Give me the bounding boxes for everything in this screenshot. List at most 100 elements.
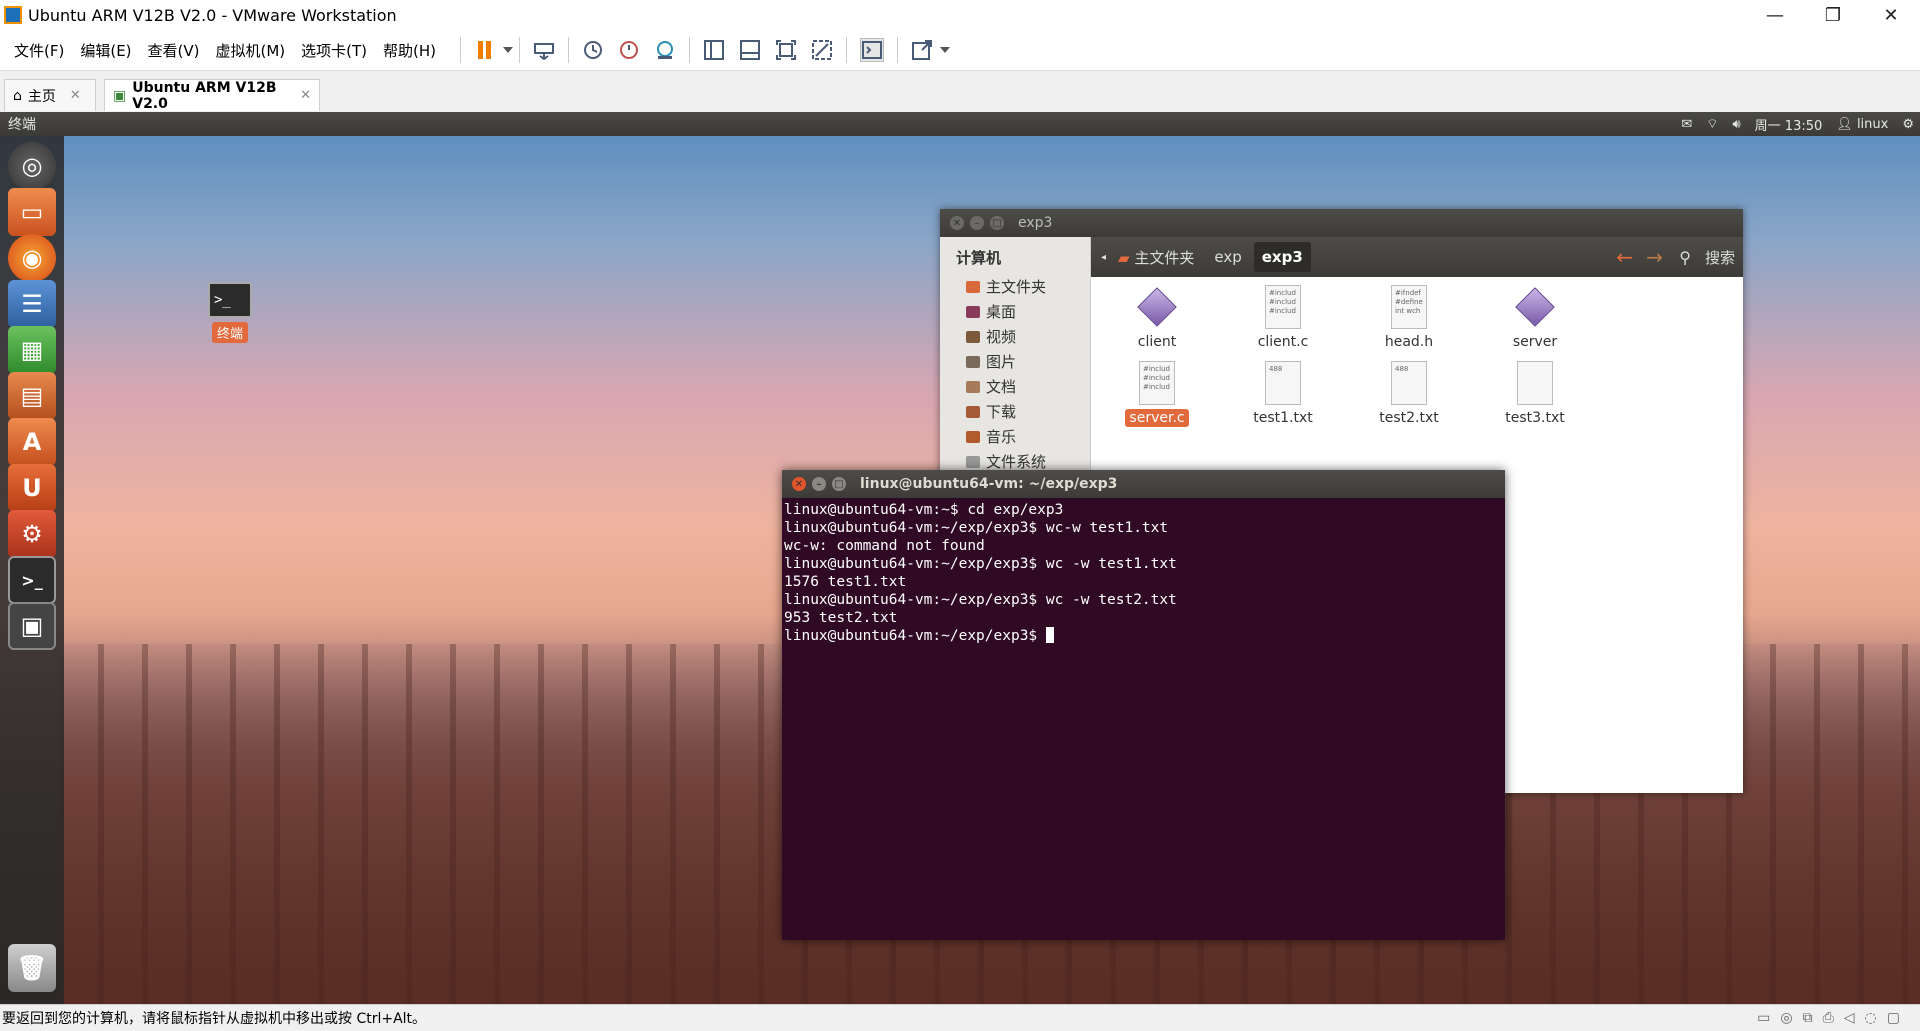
file-item-client[interactable]: client xyxy=(1097,285,1217,351)
menu-help[interactable]: 帮助(H) xyxy=(383,40,436,61)
user-icon: 👤︎ xyxy=(1836,116,1853,132)
sidebar-item-music[interactable]: 音乐 xyxy=(940,424,1090,449)
tab-close-icon[interactable]: ✕ xyxy=(300,88,311,103)
downloads-folder-icon xyxy=(966,405,980,418)
trash-icon[interactable]: 🗑︎ xyxy=(8,944,56,992)
tab-close-icon[interactable]: ✕ xyxy=(70,88,81,103)
toolbar-separator xyxy=(846,37,848,63)
sidebar-item-pictures[interactable]: 图片 xyxy=(940,349,1090,374)
cd-rom-icon[interactable]: ◎ xyxy=(1780,1010,1792,1026)
wifi-icon[interactable]: ⌔ xyxy=(1706,116,1718,132)
console-view-icon[interactable] xyxy=(860,38,885,62)
mail-icon[interactable]: ✉ xyxy=(1681,117,1692,132)
terminal-icon[interactable]: >_ xyxy=(8,556,56,604)
revert-snapshot-icon[interactable] xyxy=(618,39,640,61)
message-log-icon[interactable]: ▢ xyxy=(1887,1010,1900,1026)
file-item-server-c[interactable]: #includ #includ #includ server.c xyxy=(1097,361,1217,427)
text-file-icon xyxy=(1517,361,1553,405)
close-button[interactable]: ✕ xyxy=(1862,0,1920,30)
files-icon[interactable]: ▭ xyxy=(8,188,56,236)
search-label[interactable]: 搜索 xyxy=(1705,247,1735,268)
firefox-icon[interactable]: ◉ xyxy=(8,234,56,282)
menu-file[interactable]: 文件(F) xyxy=(14,40,64,61)
impress-icon[interactable]: ▤ xyxy=(8,372,56,420)
unity-mode-icon[interactable] xyxy=(811,39,833,61)
window-minimize-button[interactable]: – xyxy=(970,216,984,230)
vm-icon: ▣ xyxy=(113,87,127,104)
dropdown-arrow-icon[interactable] xyxy=(503,39,514,61)
forward-arrow-icon[interactable]: → xyxy=(1646,245,1663,269)
tab-home[interactable]: ⌂ 主页 ✕ xyxy=(4,79,96,111)
file-item-test2-txt[interactable]: 488 test2.txt xyxy=(1349,361,1469,427)
sidebar-item-documents[interactable]: 文档 xyxy=(940,374,1090,399)
menu-vm[interactable]: 虚拟机(M) xyxy=(216,40,286,61)
file-name: head.h xyxy=(1384,334,1434,350)
menu-view[interactable]: 查看(V) xyxy=(148,40,200,61)
breadcrumb-exp3[interactable]: exp3 xyxy=(1253,242,1311,272)
minimize-button[interactable]: — xyxy=(1746,0,1804,30)
sidebar-item-videos[interactable]: 视频 xyxy=(940,324,1090,349)
panel-clock[interactable]: 周一 13:50 xyxy=(1755,115,1823,134)
gear-icon[interactable]: ⚙ xyxy=(1902,117,1914,132)
fullscreen-icon[interactable] xyxy=(775,39,797,61)
sidebar-item-home[interactable]: 主文件夹 xyxy=(940,274,1090,299)
file-item-test1-txt[interactable]: 488 test1.txt xyxy=(1223,361,1343,427)
snapshot-icon[interactable] xyxy=(582,39,604,61)
file-name: server xyxy=(1512,334,1558,350)
terminal-window[interactable]: ✕ – □ linux@ubuntu64-vm: ~/exp/exp3 linu… xyxy=(782,470,1505,940)
menu-edit[interactable]: 编辑(E) xyxy=(80,40,131,61)
window-minimize-button[interactable]: – xyxy=(812,477,826,491)
usb-icon[interactable]: ◌ xyxy=(1865,1010,1877,1026)
file-item-head-h[interactable]: #ifndef #define int wch head.h xyxy=(1349,285,1469,351)
terminal-line: linux@ubuntu64-vm:~/exp/exp3$ wc -w test… xyxy=(784,556,1177,572)
sidebar-view-icon[interactable] xyxy=(703,39,725,61)
workspace-switcher-icon[interactable]: ▣ xyxy=(8,602,56,650)
software-center-icon[interactable]: A xyxy=(8,418,56,466)
dropdown-arrow-icon[interactable] xyxy=(940,39,951,61)
calc-icon[interactable]: ▦ xyxy=(8,326,56,374)
dash-home-icon[interactable]: ◎ xyxy=(8,142,56,190)
snapshot-manager-icon[interactable] xyxy=(654,39,676,61)
tab-ubuntu-vm[interactable]: ▣ Ubuntu ARM V12B V2.0 ✕ xyxy=(104,79,320,112)
stretch-guest-icon[interactable] xyxy=(911,39,933,61)
path-back-arrow-icon[interactable]: ◂ xyxy=(1101,252,1106,263)
writer-icon[interactable]: ☰ xyxy=(8,280,56,328)
file-name: test1.txt xyxy=(1253,410,1313,426)
printer-icon[interactable]: ⎙ xyxy=(1823,1010,1834,1026)
window-maximize-button[interactable]: □ xyxy=(990,216,1004,230)
hard-disk-icon[interactable]: ▭ xyxy=(1757,1010,1770,1026)
terminal-prompt-line[interactable]: linux@ubuntu64-vm:~/exp/exp3$ xyxy=(784,627,1503,645)
file-item-test3-txt[interactable]: test3.txt xyxy=(1475,361,1595,427)
terminal-line: linux@ubuntu64-vm:~/exp/exp3$ wc-w test1… xyxy=(784,520,1169,536)
sidebar-item-downloads[interactable]: 下载 xyxy=(940,399,1090,424)
user-menu[interactable]: 👤︎ linux xyxy=(1836,117,1888,132)
send-ctrl-alt-del-icon[interactable] xyxy=(533,39,555,61)
sidebar-item-desktop[interactable]: 桌面 xyxy=(940,299,1090,324)
system-settings-icon[interactable]: ⚙ xyxy=(8,510,56,558)
ubuntu-one-icon[interactable]: U xyxy=(8,464,56,512)
terminal-output[interactable]: linux@ubuntu64-vm:~$ cd exp/exp3 linux@ub… xyxy=(782,498,1505,648)
panel-user: linux xyxy=(1856,116,1889,132)
vm-display[interactable]: 终端 ✉ ⌔ 🔊︎ 周一 13:50 👤︎ linux ⚙ ◎ ▭ ◉ ☰ ▦ … xyxy=(0,112,1920,1004)
terminal-title: linux@ubuntu64-vm: ~/exp/exp3 xyxy=(860,476,1118,492)
thumbnail-view-icon[interactable] xyxy=(739,39,761,61)
back-arrow-icon[interactable]: ← xyxy=(1616,245,1633,269)
search-icon[interactable]: ⚲ xyxy=(1679,248,1691,267)
file-item-client-c[interactable]: #includ #includ #includ client.c xyxy=(1223,285,1343,351)
file-item-server[interactable]: server xyxy=(1475,285,1595,351)
window-close-button[interactable]: ✕ xyxy=(950,216,964,230)
sound-card-icon[interactable]: ◁ xyxy=(1844,1010,1855,1026)
window-close-button[interactable]: ✕ xyxy=(792,477,806,491)
executable-icon xyxy=(1137,287,1177,327)
toolbar-separator xyxy=(519,37,521,63)
window-maximize-button[interactable]: □ xyxy=(832,477,846,491)
home-folder-icon xyxy=(966,280,980,293)
breadcrumb-exp[interactable]: exp xyxy=(1206,242,1249,272)
network-adapter-icon[interactable]: ⧉ xyxy=(1803,1010,1813,1026)
volume-icon[interactable]: 🔊︎ xyxy=(1732,117,1740,132)
desktop-icon-terminal[interactable]: >_ 终端 xyxy=(206,282,254,360)
restore-button[interactable]: ❐ xyxy=(1804,0,1862,30)
breadcrumb-home[interactable]: ▰ 主文件夹 xyxy=(1110,241,1202,274)
pause-icon[interactable] xyxy=(474,39,496,61)
menu-tabs[interactable]: 选项卡(T) xyxy=(301,40,367,61)
